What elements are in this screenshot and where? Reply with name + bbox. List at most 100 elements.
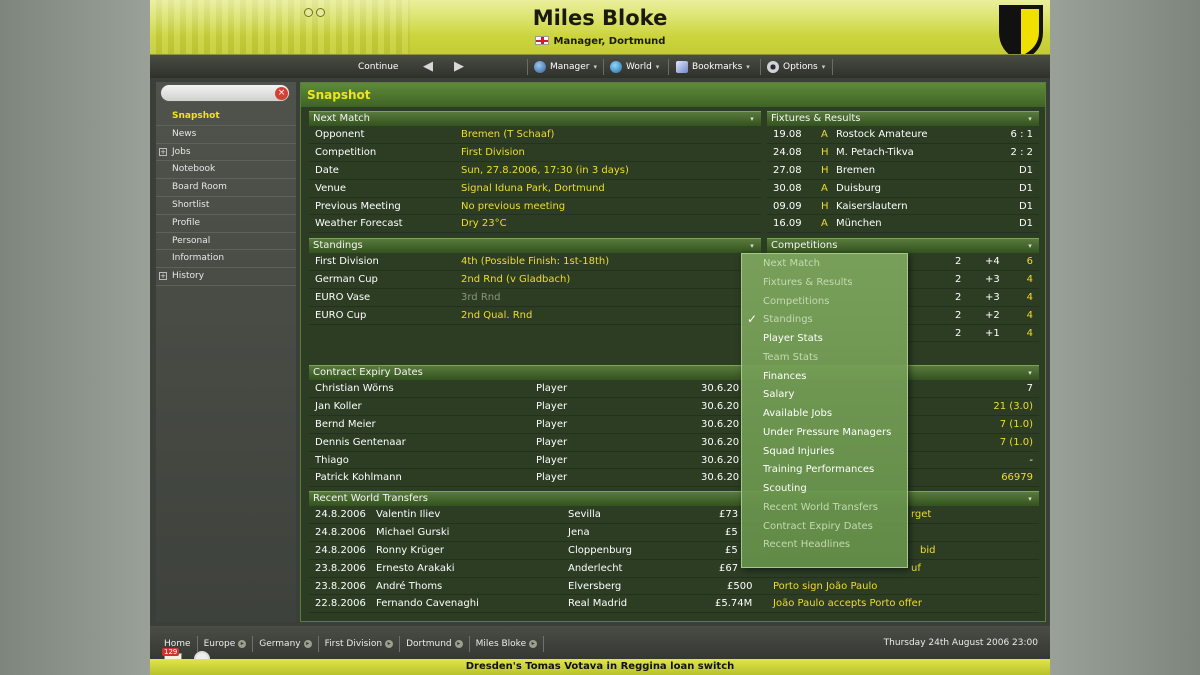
menu-item-finances[interactable]: Finances — [742, 367, 907, 386]
chevron-right-icon[interactable]: ▸ — [454, 640, 463, 648]
table-row[interactable]: Dennis Gentenaar Player 30.6.20 7 (1.0) — [309, 434, 1039, 452]
sidebar-item-information[interactable]: Information — [156, 250, 296, 269]
menu-item-team-stats[interactable]: Team Stats — [742, 348, 907, 367]
table-row[interactable]: 09.09 H Kaiserslautern D1 — [767, 198, 1039, 216]
clear-search-icon[interactable]: × — [275, 87, 288, 100]
list-item: Opponent Bremen (T Schaaf) — [309, 126, 761, 144]
table-row[interactable]: 24.08 H M. Petach-Tikva 2 : 2 — [767, 144, 1039, 162]
menu-item-squad-injuries[interactable]: Squad Injuries — [742, 442, 907, 461]
news-ticker[interactable]: Dresden's Tomas Votava in Reggina loan s… — [150, 659, 1050, 675]
table-row[interactable]: 27.08 H Bremen D1 — [767, 162, 1039, 180]
table-row[interactable]: 19.08 A Rostock Amateure 6 : 1 — [767, 126, 1039, 144]
breadcrumb-europe[interactable]: Europe ▸ — [198, 636, 254, 652]
player-name: Dennis Gentenaar — [315, 436, 406, 448]
menu-item-recent-headlines[interactable]: Recent Headlines — [742, 535, 907, 554]
venue-link[interactable]: Signal Iduna Park, Dortmund — [461, 180, 605, 198]
background-left — [0, 0, 150, 675]
table-row[interactable]: Christian Wörns Player 30.6.20 7 — [309, 380, 1039, 398]
headline-link[interactable]: João Paulo accepts Porto offer — [773, 595, 922, 613]
table-row[interactable]: 24.8.2006 Valentin Iliev Sevilla £73 rget — [309, 506, 1039, 524]
breadcrumb-germany[interactable]: Germany ▸ — [253, 636, 319, 652]
breadcrumb-dortmund[interactable]: Dortmund ▸ — [400, 636, 470, 652]
menu-item-under-pressure-managers[interactable]: Under Pressure Managers — [742, 423, 907, 442]
played: 2 — [955, 291, 962, 303]
menu-item-contract-expiry-dates[interactable]: Contract Expiry Dates — [742, 517, 907, 536]
menu-item-player-stats[interactable]: Player Stats — [742, 329, 907, 348]
table-row[interactable]: First Division 4th (Possible Finish: 1st-… — [309, 253, 761, 271]
club-crest-icon — [999, 5, 1043, 62]
expiry-date: 30.6.20 — [701, 454, 740, 466]
sidebar-item-notebook[interactable]: Notebook — [156, 161, 296, 180]
table-row[interactable]: 24.8.2006 Michael Gurski Jena £5 — [309, 524, 1039, 542]
sidebar-item-news[interactable]: News — [156, 126, 296, 144]
chevron-down-icon[interactable]: ▾ — [1024, 368, 1036, 378]
breadcrumb-label: First Division — [324, 639, 383, 649]
headline-link[interactable]: bid — [920, 542, 935, 560]
sidebar-item-shortlist[interactable]: Shortlist — [156, 197, 296, 215]
headline-link[interactable]: uf — [911, 560, 921, 578]
table-row[interactable]: EURO Cup 2nd Qual. Rnd — [309, 307, 761, 325]
world-menu[interactable]: World ▾ — [610, 60, 659, 74]
table-row[interactable]: 30.08 A Duisburg D1 — [767, 180, 1039, 198]
chevron-right-icon[interactable]: ▸ — [529, 640, 538, 648]
chevron-down-icon[interactable]: ▾ — [1024, 114, 1036, 124]
menu-item-next-match[interactable]: Next Match — [742, 254, 907, 273]
menu-item-competitions[interactable]: Competitions — [742, 292, 907, 311]
sidebar-item-profile[interactable]: Profile — [156, 215, 296, 233]
headline-link[interactable]: rget — [911, 506, 931, 524]
sidebar-item-snapshot[interactable]: Snapshot — [156, 108, 296, 126]
menu-item-recent-world-transfers[interactable]: Recent World Transfers — [742, 498, 907, 517]
chevron-down-icon[interactable]: ▾ — [746, 241, 758, 251]
opponent-link[interactable]: Bremen (T Schaaf) — [461, 126, 554, 144]
back-arrow-icon[interactable]: ◀ — [423, 59, 433, 74]
headline-link[interactable]: Porto sign João Paulo — [773, 578, 877, 596]
chevron-down-icon[interactable]: ▾ — [1024, 494, 1036, 504]
breadcrumb-miles-bloke[interactable]: Miles Bloke ▸ — [470, 636, 545, 652]
row-label: Previous Meeting — [315, 200, 401, 212]
menu-item-available-jobs[interactable]: Available Jobs — [742, 404, 907, 423]
forward-arrow-icon[interactable]: ▶ — [454, 59, 464, 74]
table-row[interactable]: 23.8.2006 André Thoms Elversberg £500 Porto … — [309, 578, 1039, 596]
breadcrumb-label: Germany — [259, 639, 301, 649]
sidebar-item-history[interactable]: + History — [156, 268, 296, 286]
menu-item-scouting[interactable]: Scouting — [742, 479, 907, 498]
menu-item-fixtures-results[interactable]: Fixtures & Results — [742, 273, 907, 292]
table-row[interactable]: Thiago Player 30.6.20 - — [309, 452, 1039, 470]
chevron-down-icon[interactable]: ▾ — [1024, 241, 1036, 251]
continue-button[interactable]: Continue — [358, 60, 398, 74]
table-row[interactable]: EURO Vase 3rd Rnd — [309, 289, 761, 307]
chevron-right-icon[interactable]: ▸ — [303, 640, 312, 648]
expand-icon[interactable]: + — [159, 147, 167, 156]
chevron-down-icon[interactable]: ▾ — [746, 114, 758, 124]
table-row[interactable]: Jan Koller Player 30.6.20 21 (3.0) — [309, 398, 1039, 416]
sidebar-item-jobs[interactable]: + Jobs — [156, 144, 296, 162]
sidebar-item-personal[interactable]: Personal — [156, 233, 296, 251]
table-row[interactable]: Bernd Meier Player 30.6.20 7 (1.0) — [309, 416, 1039, 434]
table-row[interactable]: 22.8.2006 Fernando Cavenaghi Real Madrid £5… — [309, 595, 1039, 614]
menu-item-training-performances[interactable]: Training Performances — [742, 460, 907, 479]
menu-item-label: Finances — [763, 370, 807, 382]
sidebar-item-board-room[interactable]: Board Room — [156, 179, 296, 197]
menu-item-standings[interactable]: ✓ Standings — [742, 310, 907, 329]
fixture-team: München — [836, 218, 882, 230]
previous-meeting-value: No previous meeting — [461, 200, 566, 212]
chevron-right-icon[interactable]: ▸ — [385, 640, 394, 648]
options-menu[interactable]: Options ▾ — [767, 60, 825, 74]
expand-icon[interactable]: + — [159, 272, 167, 281]
table-row[interactable]: 16.09 A München D1 — [767, 215, 1039, 234]
breadcrumb-first-division[interactable]: First Division ▸ — [319, 636, 401, 652]
table-row[interactable]: Patrick Kohlmann Player 30.6.20 66979 — [309, 469, 1039, 488]
manager-menu[interactable]: Manager ▾ — [534, 60, 597, 74]
menu-item-salary[interactable]: Salary — [742, 385, 907, 404]
search-input[interactable] — [160, 84, 290, 102]
home-away: A — [821, 129, 828, 140]
fixture-date: 30.08 — [773, 182, 802, 194]
bookmarks-menu[interactable]: Bookmarks ▾ — [676, 60, 750, 74]
expiry-date: 30.6.20 — [701, 472, 740, 484]
table-row[interactable]: German Cup 2nd Rnd (v Gladbach) — [309, 271, 761, 289]
competition-link[interactable]: First Division — [461, 144, 525, 162]
table-row[interactable]: 24.8.2006 Ronny Krüger Cloppenburg £5 bid — [309, 542, 1039, 560]
chevron-right-icon[interactable]: ▸ — [238, 640, 247, 648]
bookmark-icon — [676, 61, 688, 73]
table-row[interactable]: 23.8.2006 Ernesto Arakaki Anderlecht £67 uf — [309, 560, 1039, 578]
